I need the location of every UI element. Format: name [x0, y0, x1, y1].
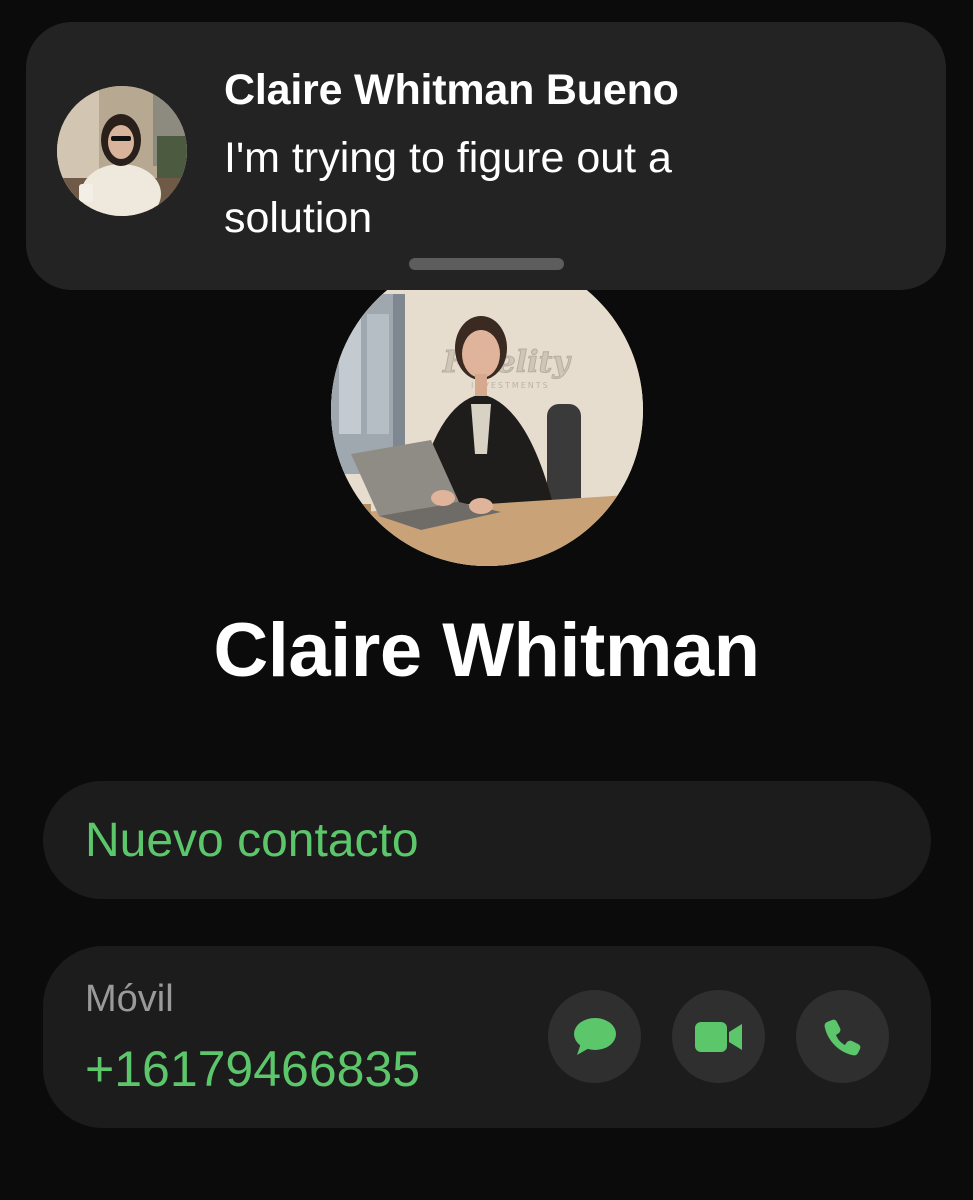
sender-photo	[57, 86, 187, 216]
send-message-button[interactable]	[548, 990, 641, 1083]
voice-call-button[interactable]	[796, 990, 889, 1083]
phone-number-link[interactable]: +16179466835	[85, 1040, 420, 1098]
video-camera-icon	[694, 1021, 742, 1052]
contact-photo: Fidelity INVESTMENTS	[331, 290, 643, 566]
phone-number-card: Móvil +16179466835	[43, 946, 931, 1128]
new-contact-label: Nuevo contacto	[85, 814, 419, 867]
contact-photo-image: Fidelity INVESTMENTS	[331, 290, 643, 566]
new-contact-button[interactable]: Nuevo contacto	[43, 781, 931, 899]
phone-icon	[824, 1019, 860, 1055]
phone-type-label: Móvil	[85, 978, 174, 1020]
notification-sender-name: Claire Whitman Bueno	[224, 66, 679, 114]
notification-sender-avatar	[57, 86, 187, 216]
video-call-button[interactable]	[672, 990, 765, 1083]
message-bubble-icon	[573, 1017, 616, 1055]
notification-message-text: I'm trying to figure out a solution	[224, 134, 672, 242]
notification-grabber-handle[interactable]	[409, 258, 564, 270]
contact-name: Claire Whitman	[213, 608, 760, 693]
